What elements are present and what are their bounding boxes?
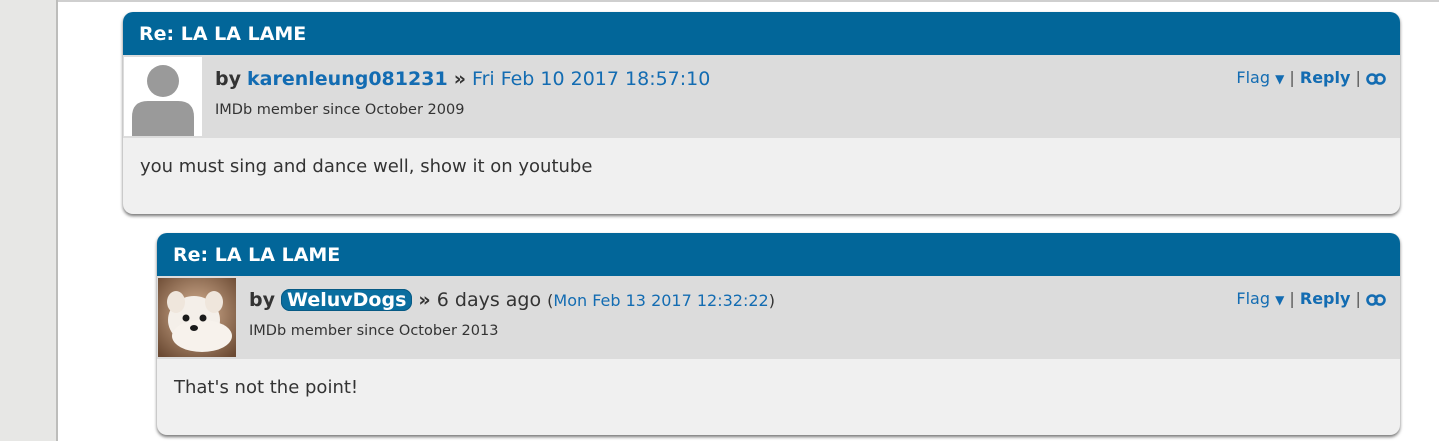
post-title: Re: LA LA LAME xyxy=(123,12,1400,55)
pipe-divider: | xyxy=(1355,289,1361,308)
separator: » xyxy=(453,68,466,90)
pipe-divider: | xyxy=(1289,289,1295,308)
post-actions: Flag ▼ | Reply | xyxy=(1236,289,1386,310)
left-sidebar-strip xyxy=(0,0,58,441)
chain-link-icon xyxy=(1366,73,1386,85)
author-line: by WeluvDogs » 6 days ago (Mon Feb 13 20… xyxy=(249,289,775,311)
avatar[interactable] xyxy=(124,57,202,136)
reply-post: Re: LA LA LAME by WeluvDogs » 6 days ago… xyxy=(157,233,1400,435)
dropdown-arrow-icon: ▼ xyxy=(1275,293,1285,307)
post-date-link[interactable]: Fri Feb 10 2017 18:57:10 xyxy=(472,68,710,90)
by-label: by xyxy=(215,68,241,90)
chain-link-icon xyxy=(1366,294,1386,306)
separator: » xyxy=(418,289,431,311)
pipe-divider: | xyxy=(1289,68,1295,87)
flag-label: Flag xyxy=(1236,289,1270,308)
reply-link[interactable]: Reply xyxy=(1300,289,1351,308)
pipe-divider: | xyxy=(1355,68,1361,87)
relative-time: 6 days ago xyxy=(436,289,542,311)
member-since: IMDb member since October 2013 xyxy=(249,323,499,339)
previous-post-edge xyxy=(58,0,1439,2)
post-title: Re: LA LA LAME xyxy=(157,233,1400,276)
permalink-icon[interactable] xyxy=(1366,291,1386,310)
author-username-link[interactable]: WeluvDogs xyxy=(281,289,413,311)
flag-link[interactable]: Flag ▼ xyxy=(1236,289,1284,308)
default-user-silhouette-icon xyxy=(124,57,202,136)
flag-label: Flag xyxy=(1236,68,1270,87)
author-username-link[interactable]: karenleung081231 xyxy=(247,68,448,90)
avatar[interactable] xyxy=(158,278,236,357)
post-meta: by WeluvDogs » 6 days ago (Mon Feb 13 20… xyxy=(157,276,1400,359)
post-actions: Flag ▼ | Reply | xyxy=(1236,68,1386,89)
post-meta: by karenleung081231 » Fri Feb 10 2017 18… xyxy=(123,55,1400,138)
dropdown-arrow-icon: ▼ xyxy=(1275,72,1285,86)
post-date-link[interactable]: Mon Feb 13 2017 12:32:22 xyxy=(553,291,768,310)
author-line: by karenleung081231 » Fri Feb 10 2017 18… xyxy=(215,68,710,90)
member-since: IMDb member since October 2009 xyxy=(215,102,465,118)
post-body: That's not the point! xyxy=(174,377,359,398)
flag-link[interactable]: Flag ▼ xyxy=(1236,68,1284,87)
by-label: by xyxy=(249,289,275,311)
reply-link[interactable]: Reply xyxy=(1300,68,1351,87)
permalink-icon[interactable] xyxy=(1366,70,1386,89)
close-paren: ) xyxy=(768,291,775,310)
post-body: you must sing and dance well, show it on… xyxy=(140,156,593,177)
reply-post: Re: LA LA LAME by karenleung081231 » Fri… xyxy=(123,12,1400,214)
dog-photo-avatar xyxy=(158,278,236,357)
